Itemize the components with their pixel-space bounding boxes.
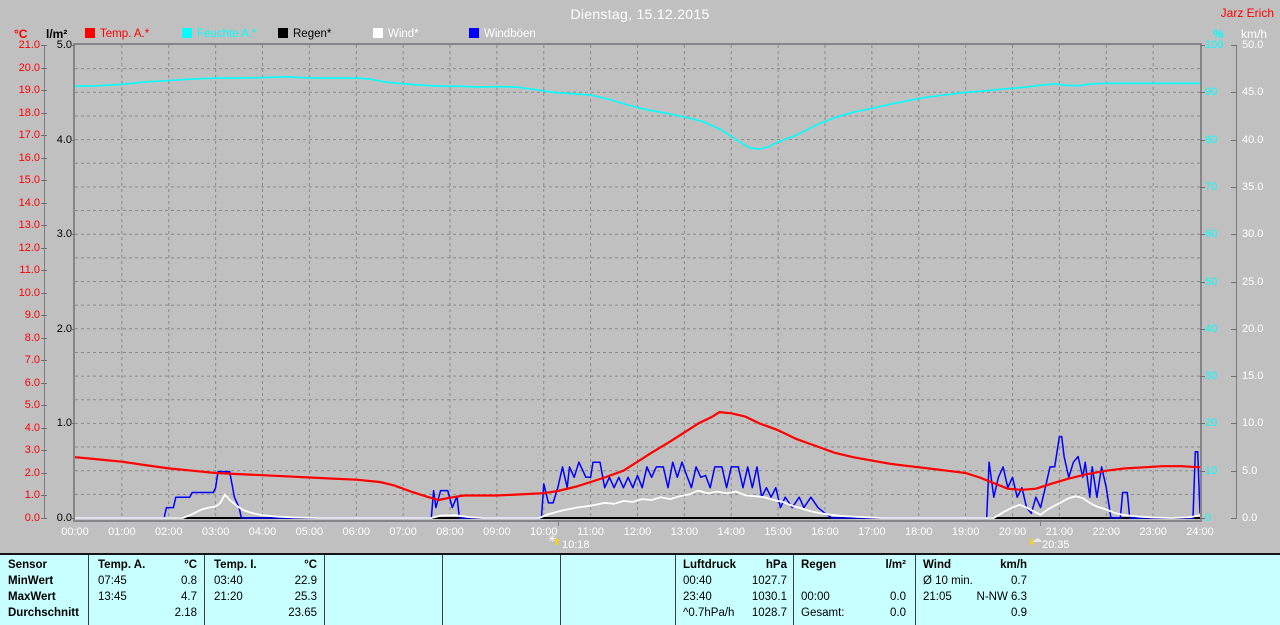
table-column-separator [442, 555, 443, 625]
table-cell: Sensor [8, 559, 47, 571]
sunset-marker-tick [1040, 520, 1041, 526]
table-cell-value: 0.7 [1011, 575, 1027, 587]
sunrise-marker: ✳ ⬆ 10:18 [548, 534, 590, 552]
table-cell: Durchschnitt [8, 607, 79, 619]
sunrise-marker-tick [558, 520, 559, 526]
table-column-separator [324, 555, 325, 625]
table-cell-value: 1030.1 [751, 591, 787, 603]
table-cell: MaxWert [8, 591, 56, 603]
table-cell-value: km/h [1000, 559, 1027, 571]
table-column-separator [560, 555, 561, 625]
sunrise-icon: ✳ ⬆ [548, 534, 561, 547]
table-cell-value: °C [304, 559, 317, 571]
table-cell-value: 22.9 [294, 575, 317, 587]
weather-day-chart-window: Dienstag, 15.12.2015 Jarz Erich °C l/m² … [0, 0, 1280, 625]
sunset-icon: ⬇ ☁ [1028, 534, 1042, 547]
statistics-table: Sensor MinWert MaxWert Durchschnitt Temp. A.… [0, 553, 1280, 625]
table-cell-value: 4.7 [181, 591, 197, 603]
table-cell-value: 2.18 [174, 607, 197, 619]
table-cell: MinWert [8, 575, 54, 587]
table-cell-value: 1027.7 [751, 575, 787, 587]
table-cell-value: 0.8 [181, 575, 197, 587]
marker-time-label: 10:18 [562, 539, 590, 551]
table-cell-value: hPa [765, 559, 787, 571]
table-cell-value: l/m² [885, 559, 906, 571]
sunset-marker: ⬇ ☁ 20:35 [1028, 534, 1070, 552]
table-cell-value: 0.0 [890, 591, 906, 603]
table-cell-value: 25.3 [294, 591, 317, 603]
table-cell-value: 0.0 [890, 607, 906, 619]
table-cell-value: 23.65 [288, 607, 317, 619]
table-cell-value: °C [184, 559, 197, 571]
table-cell-value: 0.9 [1011, 607, 1027, 619]
sun-markers: ✳ ⬆ 10:18 ⬇ ☁ 20:35 [0, 0, 1280, 553]
marker-time-label: 20:35 [1042, 539, 1070, 551]
table-cell-value: N-NW 6.3 [976, 591, 1027, 603]
table-cell-value: 1028.7 [751, 607, 787, 619]
